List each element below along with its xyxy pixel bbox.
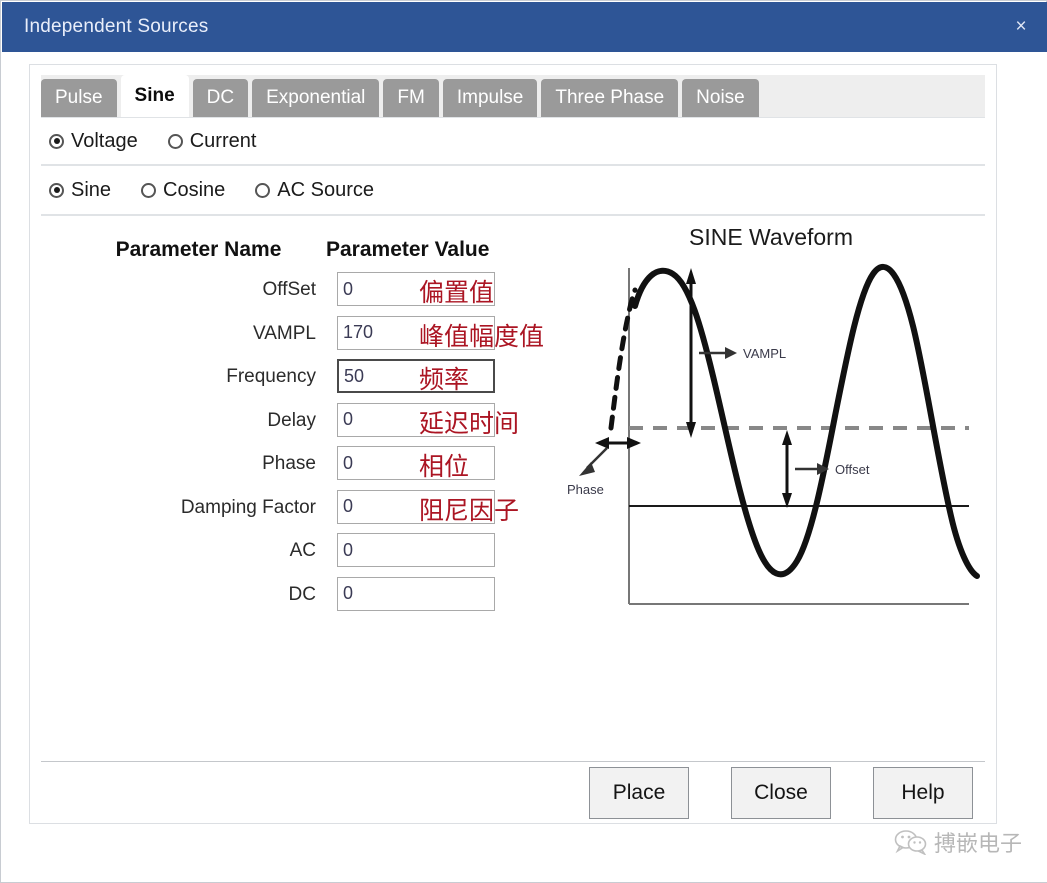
help-button[interactable]: Help (873, 766, 973, 819)
close-icon[interactable]: × (995, 2, 1047, 52)
dialog-title: Independent Sources (24, 16, 209, 37)
radio-indicator[interactable] (49, 133, 64, 149)
parameter-row: DC (41, 576, 541, 621)
parameter-name-label: OffSet (262, 279, 316, 300)
radio-cosine[interactable]: Cosine (141, 179, 225, 202)
parameter-annotation: 偏置值 (419, 278, 495, 307)
parameter-rows: OffSet 偏置值 VAMPL 峰值幅度值 Frequency 频率 Delay 延迟时间 P… (41, 272, 545, 621)
parameter-row: Phase 相位 (41, 446, 541, 490)
dialog-footer: Place Close Help (41, 761, 985, 823)
parameter-name-label: Phase (262, 453, 316, 474)
parameter-annotation: 频率 (419, 365, 470, 394)
content-frame: Pulse Sine DC Exponential FM Impulse Three Pha… (29, 64, 997, 824)
tab-impulse[interactable]: Impulse (442, 79, 538, 117)
parameter-row: VAMPL 峰值幅度值 (41, 315, 545, 360)
radio-label: Sine (71, 178, 112, 201)
parameter-value-input[interactable] (337, 576, 495, 611)
parameter-value-input[interactable] (337, 533, 495, 567)
radio-label: Cosine (163, 178, 226, 201)
dialog-titlebar: Independent Sources × (2, 2, 1047, 52)
radio-label: Voltage (71, 129, 138, 152)
tab-strip: Pulse Sine DC Exponential FM Impulse Three Pha… (41, 75, 985, 117)
parameter-panel: Parameter Name Parameter Value OffSet 偏置值… (41, 215, 985, 761)
parameter-annotation: 峰值幅度值 (419, 321, 545, 351)
radio-label: Current (189, 129, 257, 152)
radio-current[interactable]: Current (167, 129, 257, 153)
parameter-row: Damping Factor 阻尼因子 (41, 489, 541, 534)
tab-sine[interactable]: Sine (120, 75, 189, 117)
parameter-name-header: Parameter Name (115, 238, 282, 261)
dialog-body: Pulse Sine DC Exponential FM Impulse Three Pha… (2, 52, 1047, 882)
parameter-name-label: Delay (267, 409, 316, 431)
tab-exponential[interactable]: Exponential (252, 79, 380, 117)
phase-label: Phase (567, 482, 604, 497)
parameter-name-label: VAMPL (252, 322, 316, 344)
parameter-name-label: DC (288, 583, 316, 605)
parameter-row: Delay 延迟时间 (41, 402, 541, 447)
wave-type-radio-group: Sine Cosine AC Source (41, 165, 985, 215)
waveform-title: SINE Waveform (688, 224, 853, 250)
parameter-name-label: Damping Factor (180, 496, 316, 518)
radio-indicator[interactable] (255, 182, 271, 198)
radio-ac-source[interactable]: AC Source (255, 179, 374, 202)
radio-label: AC Source (277, 178, 375, 201)
independent-sources-dialog: Independent Sources × Pulse Sine DC Exponen… (0, 0, 1047, 883)
close-button[interactable]: Close (731, 766, 831, 819)
radio-indicator[interactable] (141, 182, 157, 198)
watermark: 搏嵌电子 (894, 826, 1022, 858)
tab-pulse[interactable]: Pulse (41, 79, 117, 117)
tab-three-phase[interactable]: Three Phase (541, 79, 679, 117)
watermark-text: 搏嵌电子 (933, 832, 1022, 857)
parameter-name-label: AC (289, 540, 316, 561)
vampl-label: VAMPL (743, 346, 786, 361)
parameter-value-input[interactable] (337, 359, 495, 393)
parameter-value-input[interactable] (337, 446, 495, 480)
parameter-annotation: 相位 (419, 452, 470, 481)
radio-sine[interactable]: Sine (49, 179, 111, 202)
tab-fm[interactable]: FM (383, 79, 439, 117)
parameter-row: Frequency 频率 (41, 359, 541, 403)
parameter-name-label: Frequency (226, 366, 316, 387)
radio-indicator[interactable] (167, 133, 183, 149)
wechat-icon (894, 830, 927, 855)
place-button[interactable]: Place (589, 766, 689, 819)
tab-noise[interactable]: Noise (682, 79, 759, 117)
parameter-row: AC (41, 533, 541, 577)
parameter-annotation: 阻尼因子 (419, 495, 520, 525)
offset-label: Offset (835, 462, 870, 477)
parameter-value-header: Parameter Value (326, 238, 490, 261)
radio-voltage[interactable]: Voltage (49, 130, 138, 153)
sine-waveform-svg: VAMPL Offset Phase (567, 264, 980, 605)
radio-indicator[interactable] (49, 182, 64, 198)
tab-dc[interactable]: DC (192, 79, 249, 117)
parameter-row: OffSet 偏置值 (41, 272, 541, 316)
parameter-annotation: 延迟时间 (419, 408, 520, 438)
waveform-illustration: SINE Waveform VAMPL Offset Phase (561, 216, 981, 636)
source-type-radio-group: Voltage Current (41, 117, 985, 165)
